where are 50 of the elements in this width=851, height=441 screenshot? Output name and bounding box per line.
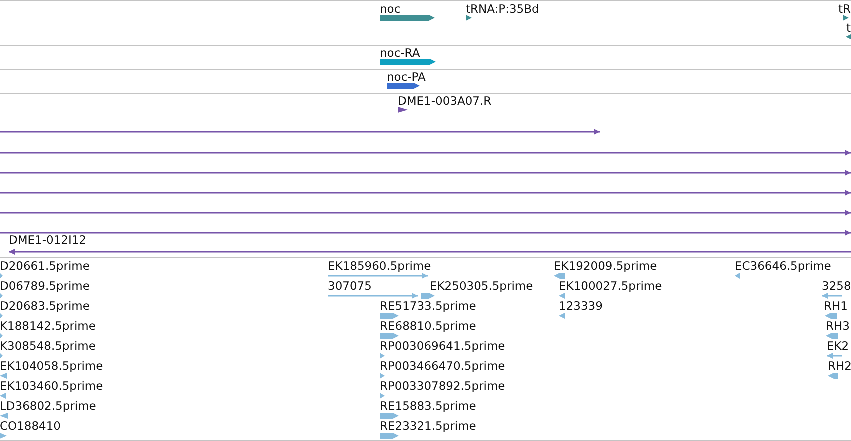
feature-label[interactable]: RH2 — [828, 360, 851, 373]
feature-label[interactable]: RH1 — [824, 300, 848, 313]
alignment-line[interactable] — [0, 170, 851, 176]
feature-label[interactable]: RE68810.5prime — [380, 320, 476, 333]
feature-glyph[interactable] — [380, 59, 436, 65]
feature-label[interactable]: EK2 — [827, 340, 850, 353]
feature-label[interactable]: 3258 — [822, 280, 851, 293]
feature-label[interactable]: D20661.5prime — [0, 260, 90, 273]
feature-label[interactable]: RE15883.5prime — [380, 400, 476, 413]
feature-label[interactable]: LD36802.5prime — [0, 400, 96, 413]
feature-label[interactable]: RP003466470.5prime — [380, 360, 506, 373]
feature-label[interactable]: 307075 — [328, 280, 372, 293]
feature-label[interactable]: EK185960.5prime — [328, 260, 432, 273]
feature-label[interactable]: 123339 — [559, 300, 603, 313]
feature-label[interactable]: noc — [380, 3, 401, 16]
feature-label[interactable]: tR — [838, 3, 851, 16]
feature-glyph[interactable] — [380, 15, 435, 21]
alignment-line[interactable] — [0, 210, 851, 216]
feature-label[interactable]: EK104058.5prime — [0, 360, 104, 373]
feature-label[interactable]: RH3 — [826, 320, 850, 333]
alignment-line[interactable] — [9, 249, 851, 255]
feature-label[interactable]: t — [846, 22, 851, 35]
feature-label[interactable]: RP003069641.5prime — [380, 340, 506, 353]
feature-glyph[interactable] — [846, 34, 851, 40]
feature-label[interactable]: DME1-003A07.R — [398, 95, 492, 108]
feature-label[interactable]: K308548.5prime — [0, 340, 96, 353]
feature-label[interactable]: noc-PA — [387, 71, 426, 84]
feature-glyph[interactable] — [398, 107, 408, 113]
feature-label[interactable]: D06789.5prime — [0, 280, 90, 293]
alignment-line[interactable] — [0, 230, 851, 236]
feature-label[interactable]: EK100027.5prime — [559, 280, 662, 293]
feature-glyph[interactable] — [843, 15, 849, 21]
feature-label[interactable]: noc-RA — [380, 47, 420, 60]
feature-label[interactable]: EK250305.5prime — [430, 280, 534, 293]
alignment-line[interactable] — [0, 129, 600, 135]
feature-label[interactable]: RP003307892.5prime — [380, 380, 506, 393]
feature-label[interactable]: DME1-012I12 — [9, 234, 86, 247]
alignment-line[interactable] — [0, 190, 851, 196]
feature-label[interactable]: K188142.5prime — [0, 320, 96, 333]
feature-label[interactable]: D20683.5prime — [0, 300, 90, 313]
alignment-line[interactable] — [0, 150, 851, 156]
feature-label[interactable]: CO188410 — [0, 420, 61, 433]
feature-glyph[interactable] — [387, 83, 420, 89]
feature-glyph[interactable] — [466, 15, 472, 21]
feature-label[interactable]: EK192009.5prime — [554, 260, 658, 273]
feature-label[interactable]: tRNA:P:35Bd — [466, 3, 540, 16]
feature-label[interactable]: RE23321.5prime — [380, 420, 476, 433]
feature-label[interactable]: RE51733.5prime — [380, 300, 476, 313]
feature-label[interactable]: EK103460.5prime — [0, 380, 104, 393]
feature-label[interactable]: EC36646.5prime — [735, 260, 832, 273]
